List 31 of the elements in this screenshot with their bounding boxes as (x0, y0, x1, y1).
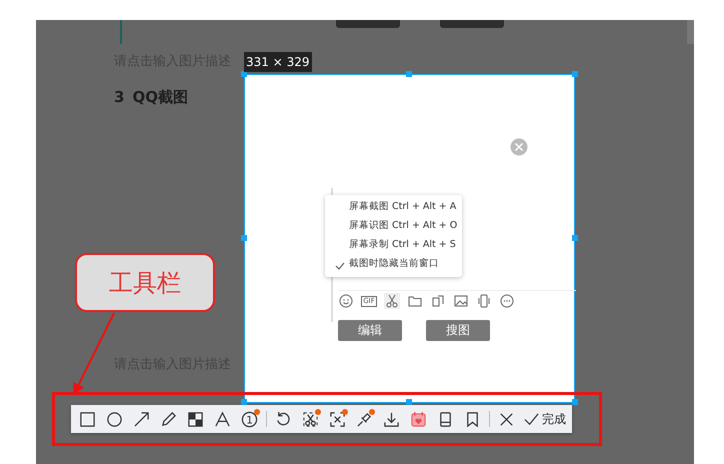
menu-item-label: 屏幕识图 Ctrl + Alt + O (349, 219, 458, 234)
resize-handle[interactable] (406, 399, 412, 405)
scrollbar-thumb (687, 20, 694, 44)
menu-item[interactable]: 截图时隐藏当前窗口 (325, 255, 462, 274)
menu-item-label: 屏幕截图 Ctrl + Alt + A (349, 200, 456, 214)
scissors-icon[interactable] (384, 293, 400, 309)
resize-handle[interactable] (241, 235, 247, 241)
image-icon[interactable] (453, 293, 469, 309)
more-icon[interactable] (499, 293, 515, 309)
resize-handle[interactable] (572, 71, 578, 77)
done-button[interactable]: 完成 (523, 410, 566, 428)
callout-label: 工具栏 (75, 253, 215, 312)
phone-icon[interactable] (476, 293, 492, 309)
menu-item-label: 截图时隐藏当前窗口 (349, 257, 439, 272)
menu-item[interactable]: 屏幕录制 Ctrl + Alt + S (325, 236, 462, 255)
emoji-icon[interactable] (338, 293, 354, 309)
menu-item-label: 屏幕录制 Ctrl + Alt + S (349, 238, 456, 252)
selection-size-label: 331 × 329 (244, 52, 312, 72)
action-button[interactable]: 编辑 (338, 320, 402, 341)
heading-text: QQ截图 (132, 86, 188, 108)
menu-item[interactable]: 屏幕识图 Ctrl + Alt + O (325, 217, 462, 236)
resize-handle[interactable] (241, 399, 247, 405)
resize-handle[interactable] (241, 71, 247, 77)
resize-handle[interactable] (572, 235, 578, 241)
resize-handle[interactable] (406, 71, 412, 77)
action-button[interactable]: 搜图 (426, 320, 490, 341)
check-icon (523, 410, 540, 428)
shapes-icon[interactable] (430, 293, 446, 309)
heading-number: 3 (114, 86, 124, 108)
resize-handle[interactable] (572, 399, 578, 405)
menu-item[interactable]: 屏幕截图 Ctrl + Alt + A (325, 198, 462, 217)
